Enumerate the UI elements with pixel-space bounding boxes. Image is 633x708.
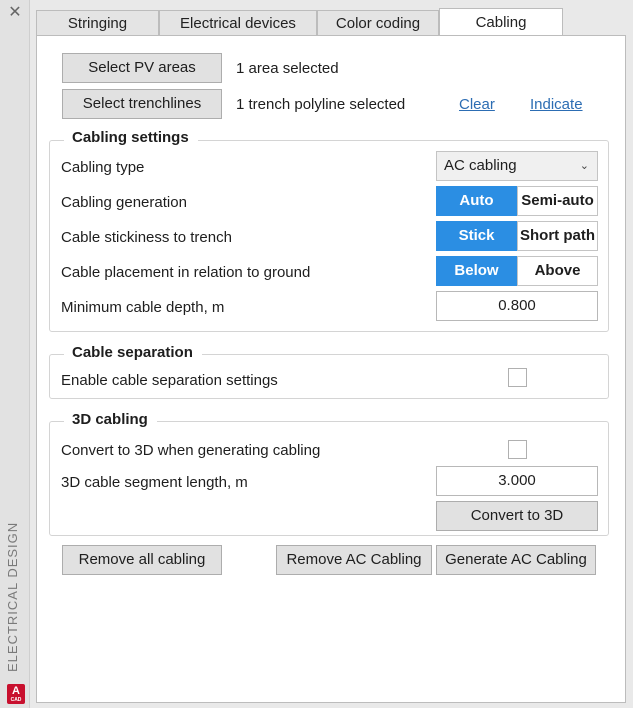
- cable-separation-title: Cable separation: [64, 344, 202, 361]
- remove-all-cabling-button[interactable]: Remove all cabling: [62, 545, 222, 575]
- cabling-generation-label: Cabling generation: [61, 194, 187, 211]
- tab-cabling[interactable]: Cabling: [439, 8, 563, 35]
- min-cable-depth-label: Minimum cable depth, m: [61, 299, 225, 316]
- segment-length-label: 3D cable segment length, m: [61, 474, 248, 491]
- close-icon[interactable]: ✕: [6, 4, 24, 22]
- convert-to-3d-button[interactable]: Convert to 3D: [436, 501, 598, 531]
- pv-selection-status: 1 area selected: [236, 60, 339, 77]
- trench-selection-status: 1 trench polyline selected: [236, 96, 406, 113]
- cabling-3d-title: 3D cabling: [64, 411, 157, 428]
- app-logo-sub: CAD: [10, 697, 22, 703]
- stickiness-stick-button[interactable]: Stick: [436, 221, 517, 251]
- generation-semi-auto-button[interactable]: Semi-auto: [517, 186, 598, 216]
- stickiness-short-path-button[interactable]: Short path: [517, 221, 598, 251]
- enable-cable-separation-label: Enable cable separation settings: [61, 372, 278, 389]
- generation-auto-button[interactable]: Auto: [436, 186, 517, 216]
- cabling-settings-title: Cabling settings: [64, 129, 198, 146]
- cable-stickiness-label: Cable stickiness to trench: [61, 229, 232, 246]
- side-panel-label: ELECTRICAL DESIGN: [5, 521, 20, 672]
- app-logo-letter: A: [12, 685, 20, 697]
- min-cable-depth-input[interactable]: 0.800: [436, 291, 598, 321]
- convert-to-3d-label: Convert to 3D when generating cabling: [61, 442, 321, 459]
- segment-length-input[interactable]: 3.000: [436, 466, 598, 496]
- tab-electrical-devices[interactable]: Electrical devices: [159, 10, 317, 36]
- remove-ac-cabling-button[interactable]: Remove AC Cabling: [276, 545, 432, 575]
- indicate-link[interactable]: Indicate: [530, 96, 583, 113]
- side-strip: ✕ ELECTRICAL DESIGN A CAD: [0, 0, 30, 708]
- placement-above-button[interactable]: Above: [517, 256, 598, 286]
- enable-cable-separation-checkbox[interactable]: [508, 368, 527, 387]
- cabling-type-select[interactable]: AC cabling ⌄: [436, 151, 598, 181]
- clear-link[interactable]: Clear: [459, 96, 495, 113]
- cabling-panel: Select PV areas 1 area selected Select t…: [36, 35, 626, 703]
- cabling-type-value: AC cabling: [444, 157, 517, 174]
- placement-below-button[interactable]: Below: [436, 256, 517, 286]
- convert-to-3d-checkbox[interactable]: [508, 440, 527, 459]
- tab-color-coding[interactable]: Color coding: [317, 10, 439, 36]
- select-pv-areas-button[interactable]: Select PV areas: [62, 53, 222, 83]
- cable-placement-label: Cable placement in relation to ground: [61, 264, 311, 281]
- tab-stringing[interactable]: Stringing: [36, 10, 159, 36]
- generate-ac-cabling-button[interactable]: Generate AC Cabling: [436, 545, 596, 575]
- select-trenchlines-button[interactable]: Select trenchlines: [62, 89, 222, 119]
- cabling-type-label: Cabling type: [61, 159, 145, 176]
- app-logo-icon: A CAD: [7, 684, 25, 704]
- chevron-down-icon: ⌄: [579, 160, 589, 172]
